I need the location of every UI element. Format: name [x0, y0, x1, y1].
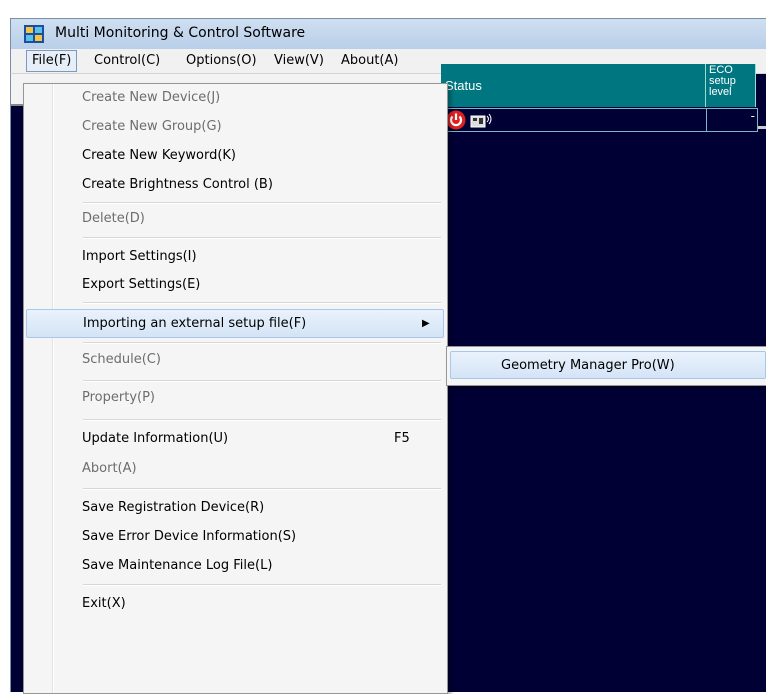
menu-separator: [83, 584, 441, 586]
menu-item-label: Create Brightness Control (B): [82, 177, 273, 192]
menu-item-label: Create New Group(G): [82, 119, 222, 134]
menu-item-label: Export Settings(E): [82, 277, 201, 292]
external-setup-submenu: Geometry Manager Pro(W): [446, 346, 766, 386]
menu-item-label: Save Registration Device(R): [82, 500, 265, 515]
menu-item-label: Create New Device(J): [82, 90, 221, 105]
menu-options[interactable]: Options(O): [181, 51, 262, 71]
menu-separator: [83, 237, 441, 239]
menu-item-exit[interactable]: Exit(X): [26, 592, 444, 616]
submenu-arrow-icon: ▶: [422, 318, 430, 329]
menu-view[interactable]: View(V): [269, 51, 329, 71]
menu-item-geometry-manager-pro[interactable]: Geometry Manager Pro(W): [450, 351, 766, 379]
menu-item-save-error-device-info[interactable]: Save Error Device Information(S): [26, 525, 444, 549]
menu-control[interactable]: Control(C): [89, 51, 165, 71]
menu-item-label: Save Maintenance Log File(L): [82, 558, 273, 573]
menu-item-create-new-keyword[interactable]: Create New Keyword(K): [26, 144, 444, 168]
menu-item-label: Import Settings(I): [82, 249, 197, 264]
menu-separator: [83, 419, 441, 421]
eco-value: -: [750, 109, 755, 123]
menu-item-save-registration-device[interactable]: Save Registration Device(R): [26, 496, 444, 520]
menu-item-import-settings[interactable]: Import Settings(I): [26, 245, 444, 269]
app-icon: [24, 25, 44, 43]
menu-about[interactable]: About(A): [336, 51, 403, 71]
menu-item-delete[interactable]: Delete(D): [26, 207, 444, 231]
menu-item-export-settings[interactable]: Export Settings(E): [26, 273, 444, 297]
menu-separator: [83, 342, 441, 344]
menu-separator: [83, 380, 441, 382]
menu-separator: [83, 302, 441, 304]
projector-icon: [470, 113, 492, 128]
title-bar[interactable]: Multi Monitoring & Control Software: [10, 18, 766, 49]
menu-item-label: Save Error Device Information(S): [82, 529, 297, 544]
menu-item-label: Geometry Manager Pro(W): [501, 358, 675, 373]
table-row[interactable]: [441, 108, 707, 132]
menu-item-importing-external-setup[interactable]: Importing an external setup file(F) ▶: [26, 309, 444, 338]
menu-item-update-information[interactable]: Update Information(U) F5: [26, 427, 444, 451]
menu-item-label: Schedule(C): [82, 352, 161, 367]
column-header-eco[interactable]: ECO setup level: [706, 64, 756, 107]
menu-item-label: Property(P): [82, 390, 155, 405]
menu-item-save-maintenance-log[interactable]: Save Maintenance Log File(L): [26, 554, 444, 578]
menu-item-create-new-device[interactable]: Create New Device(J): [26, 86, 444, 110]
menu-separator: [83, 202, 441, 204]
column-header-eco-label: ECO setup level: [709, 64, 736, 98]
menu-item-label: Importing an external setup file(F): [83, 316, 307, 331]
menu-item-label: Create New Keyword(K): [82, 148, 237, 163]
menu-item-create-brightness-control[interactable]: Create Brightness Control (B): [26, 173, 444, 197]
file-menu: Create New Device(J) Create New Group(G)…: [23, 83, 448, 694]
menu-separator: [83, 488, 441, 490]
menu-item-schedule[interactable]: Schedule(C): [26, 348, 444, 372]
column-header-status-label: Status: [445, 78, 482, 93]
menu-item-shortcut: F5: [394, 431, 410, 446]
menu-item-label: Delete(D): [82, 211, 145, 226]
menu-item-create-new-group[interactable]: Create New Group(G): [26, 115, 444, 139]
window-title: Multi Monitoring & Control Software: [55, 25, 306, 41]
menu-file[interactable]: File(F): [26, 50, 78, 72]
menu-item-label: Update Information(U): [82, 431, 229, 446]
menu-item-label: Exit(X): [82, 596, 126, 611]
menu-item-property[interactable]: Property(P): [26, 386, 444, 410]
table-cell-eco[interactable]: -: [706, 108, 758, 132]
menu-item-label: Abort(A): [82, 461, 137, 476]
menu-item-abort[interactable]: Abort(A): [26, 457, 444, 481]
power-icon: [446, 110, 466, 130]
column-header-status[interactable]: Status: [441, 64, 706, 107]
